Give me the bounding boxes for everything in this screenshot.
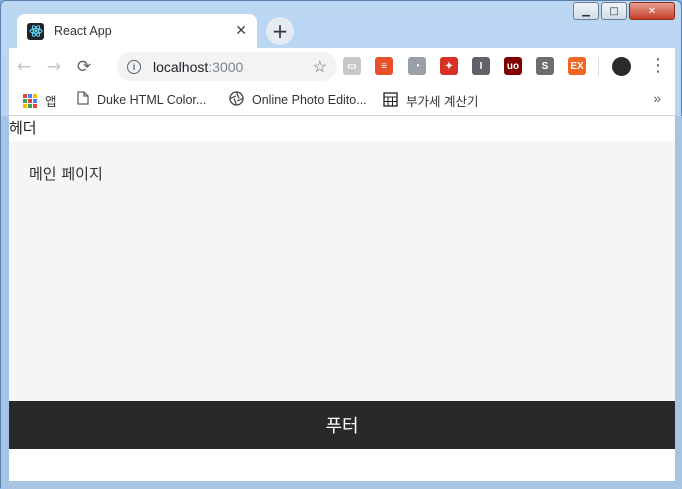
main-section: 메인 페이지	[9, 141, 675, 401]
page-viewport: 헤더 메인 페이지 푸터	[9, 116, 675, 481]
main-page-text: 메인 페이지	[29, 165, 103, 183]
window-controls: ▁ □ ✕	[571, 2, 675, 20]
i-ext-icon[interactable]: I	[472, 57, 490, 75]
info-icon[interactable]: i	[127, 59, 141, 74]
bookmark-apps-label: 앱	[45, 95, 57, 109]
window-frame-left	[1, 116, 9, 489]
bookmark-label: 부가세 계산기	[406, 95, 479, 109]
toolbar-divider	[598, 57, 599, 76]
maximize-button[interactable]: □	[601, 2, 627, 20]
ublock-icon[interactable]: uo	[504, 57, 522, 75]
react-icon	[27, 22, 44, 40]
reader-ext-icon[interactable]: ≡	[375, 57, 393, 75]
aperture-icon	[229, 91, 244, 109]
url-text[interactable]: localhost:3000	[153, 59, 313, 75]
forward-button[interactable]: →	[39, 57, 69, 77]
page-footer: 푸터	[9, 401, 675, 449]
bookmark-duke-html-color[interactable]: Duke HTML Color...	[77, 91, 206, 108]
minimize-button[interactable]: ▁	[573, 2, 599, 20]
window-frame-right	[675, 116, 682, 489]
tab-react-app[interactable]: React App ✕	[17, 14, 257, 48]
more-menu-icon[interactable]: ⋮	[649, 55, 667, 76]
new-tab-button[interactable]: +	[266, 17, 294, 45]
profile-avatar[interactable]	[612, 57, 631, 76]
tab-title: React App	[54, 24, 112, 38]
close-window-button[interactable]: ✕	[629, 2, 675, 20]
close-tab-icon[interactable]: ✕	[235, 23, 247, 39]
document-icon	[77, 91, 89, 108]
ex-ext-icon[interactable]: EX	[568, 57, 586, 75]
cast-icon[interactable]: ▭	[343, 57, 361, 75]
bookmark-online-photo-editor[interactable]: Online Photo Edito...	[229, 91, 367, 109]
ghost-ext-icon[interactable]: ◔	[408, 57, 426, 75]
calculator-icon	[383, 91, 398, 110]
bookmark-vat-calculator[interactable]: 부가세 계산기	[383, 91, 478, 110]
bookmark-star-icon[interactable]: ☆	[313, 57, 327, 77]
s-ext-icon[interactable]: S	[536, 57, 554, 75]
bookmarks-bar: 앱 Duke HTML Color... Online Photo Edito.…	[9, 85, 675, 116]
bookmark-label: Online Photo Edito...	[252, 93, 367, 107]
apps-grid-icon	[23, 93, 37, 108]
browser-toolbar: ← → ⟳ i localhost:3000 ☆ ▭ ≡ ◔ ✦ Iuo S EX ⋮	[9, 48, 675, 85]
browser-window: ▁ □ ✕ React App ✕ + ← → ⟳ i localhost:30…	[0, 0, 682, 489]
more-bookmarks-icon[interactable]: »	[653, 90, 661, 106]
bookmark-label: Duke HTML Color...	[97, 92, 207, 107]
address-bar[interactable]: i localhost:3000 ☆	[117, 52, 337, 81]
page-header: 헤더	[9, 119, 37, 137]
reload-button[interactable]: ⟳	[69, 57, 99, 77]
puzzle-ext-icon[interactable]: ✦	[440, 57, 458, 75]
bookmark-apps[interactable]: 앱	[23, 91, 57, 110]
back-button[interactable]: ←	[9, 57, 39, 77]
